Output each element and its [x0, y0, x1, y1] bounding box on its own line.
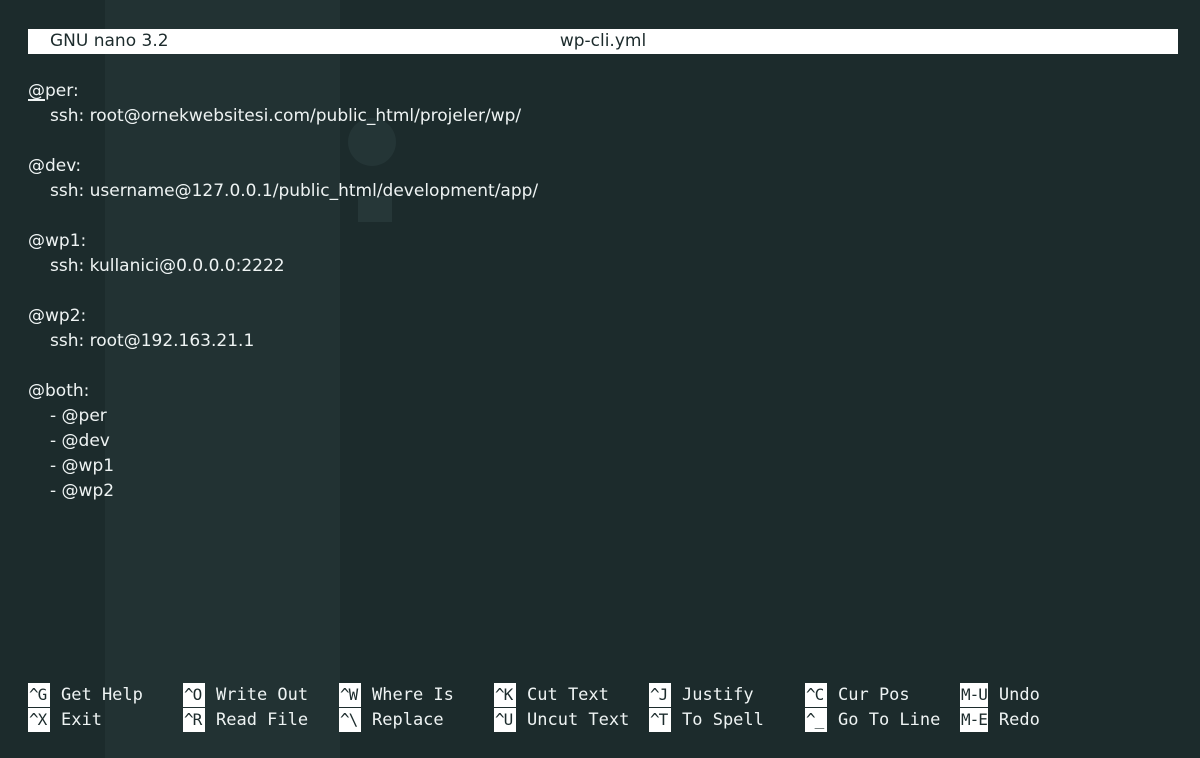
shortcut-key: ^K	[494, 683, 516, 707]
shortcut-exit[interactable]: ^X Exit	[28, 708, 102, 733]
editor-line[interactable]	[28, 279, 1178, 304]
editor-line[interactable]: - @wp1	[28, 454, 1178, 479]
shortcut-label: Exit	[61, 710, 102, 730]
editor-line[interactable]: - @dev	[28, 429, 1178, 454]
editor-line[interactable]: - @per	[28, 404, 1178, 429]
shortcut-label: Undo	[998, 685, 1040, 705]
shortcut-key: ^J	[649, 683, 671, 707]
editor-line[interactable]: ssh: username@127.0.0.1/public_html/deve…	[28, 179, 1178, 204]
shortcut-bar: ^G Get Help ^O Write Out ^W Where Is ^K Cut Tex…	[28, 683, 1178, 735]
shortcut-label: Justify	[682, 685, 754, 705]
shortcut-read-file[interactable]: ^R Read File	[183, 708, 308, 733]
shortcut-label: Replace	[372, 710, 444, 730]
shortcut-label: Write Out	[216, 685, 309, 705]
shortcut-label: Get Help	[61, 685, 143, 705]
shortcut-go-to-line[interactable]: ^_ Go To Line	[805, 708, 940, 733]
shortcut-replace[interactable]: ^\ Replace	[339, 708, 444, 733]
shortcut-key: M-E	[960, 708, 988, 732]
shortcut-key: ^R	[183, 708, 205, 732]
shortcut-undo[interactable]: M-U Undo	[960, 683, 1040, 708]
shortcut-label: Cut Text	[527, 685, 609, 705]
editor-line[interactable]: @per:	[28, 79, 1178, 104]
shortcut-key: ^C	[805, 683, 827, 707]
shortcut-write-out[interactable]: ^O Write Out	[183, 683, 308, 708]
editor-line[interactable]	[28, 204, 1178, 229]
shortcut-uncut-text[interactable]: ^U Uncut Text	[494, 708, 629, 733]
shortcut-label: Cur Pos	[838, 685, 910, 705]
shortcut-label: Redo	[998, 710, 1040, 730]
file-name: wp-cli.yml	[559, 31, 647, 51]
shortcut-key: ^O	[183, 683, 205, 707]
shortcut-get-help[interactable]: ^G Get Help	[28, 683, 143, 708]
shortcut-label: Uncut Text	[527, 710, 630, 730]
shortcut-key: ^T	[649, 708, 671, 732]
shortcut-label: Where Is	[372, 685, 454, 705]
editor-buffer[interactable]: @per: ssh: root@ornekwebsitesi.com/public…	[28, 79, 1178, 504]
editor-line[interactable]: ssh: root@192.163.21.1	[28, 329, 1178, 354]
shortcut-key: ^X	[28, 708, 50, 732]
shortcut-key: ^\	[339, 708, 361, 732]
shortcut-label: Go To Line	[838, 710, 941, 730]
shortcut-key: ^G	[28, 683, 50, 707]
shortcut-key: ^W	[339, 683, 361, 707]
editor-line-text: per:	[45, 81, 79, 101]
shortcut-label: Read File	[216, 710, 309, 730]
title-bar: GNU nano 3.2 wp-cli.yml	[28, 29, 1178, 54]
editor-line[interactable]	[28, 354, 1178, 379]
shortcut-justify[interactable]: ^J Justify	[649, 683, 754, 708]
editor-line[interactable]: @both:	[28, 379, 1178, 404]
editor-line[interactable]: @wp2:	[28, 304, 1178, 329]
shortcut-cut-text[interactable]: ^K Cut Text	[494, 683, 609, 708]
shortcut-key: M-U	[960, 683, 988, 707]
editor-line[interactable]: ssh: kullanici@0.0.0.0:2222	[28, 254, 1178, 279]
editor-line[interactable]: ssh: root@ornekwebsitesi.com/public_html…	[28, 104, 1178, 129]
shortcut-to-spell[interactable]: ^T To Spell	[649, 708, 764, 733]
shortcut-where-is[interactable]: ^W Where Is	[339, 683, 454, 708]
editor-line[interactable]: @wp1:	[28, 229, 1178, 254]
shortcut-redo[interactable]: M-E Redo	[960, 708, 1040, 733]
shortcut-label: To Spell	[682, 710, 764, 730]
editor-line[interactable]: - @wp2	[28, 479, 1178, 504]
text-cursor: @	[28, 81, 45, 101]
editor-line[interactable]	[28, 129, 1178, 154]
editor-line[interactable]: @dev:	[28, 154, 1178, 179]
shortcut-cur-pos[interactable]: ^C Cur Pos	[805, 683, 910, 708]
shortcut-key: ^U	[494, 708, 516, 732]
shortcut-key: ^_	[805, 708, 827, 732]
